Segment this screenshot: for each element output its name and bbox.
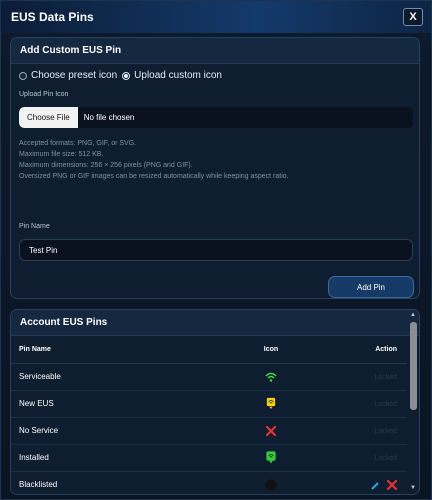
pins-table: Pin Name Icon Action Serviceable Locked … xyxy=(11,336,407,494)
radio-preset-label: Choose preset icon xyxy=(31,70,118,81)
icon-source-radio-group: Choose preset icon Upload custom icon xyxy=(19,70,227,81)
radio-preset[interactable] xyxy=(19,71,27,80)
help-line: Oversized PNG or GIF images can be resiz… xyxy=(19,173,289,180)
table-row: New EUS Locked xyxy=(11,390,407,418)
help-line: Maximum dimensions: 256 × 256 pixels (PN… xyxy=(19,162,193,169)
close-button[interactable]: X xyxy=(403,8,423,26)
scroll-down-arrow-icon[interactable]: ▼ xyxy=(409,485,417,492)
black-circle-icon xyxy=(265,479,277,490)
dialog-titlebar: EUS Data Pins X xyxy=(1,1,431,33)
scroll-up-arrow-icon[interactable]: ▲ xyxy=(409,312,417,319)
row-action-text: Locked xyxy=(374,374,397,381)
account-pins-panel: Account EUS Pins Pin Name Icon Action Se… xyxy=(10,309,420,495)
table-row: Installed Locked xyxy=(11,444,407,472)
radio-preset-option[interactable]: Choose preset icon xyxy=(19,70,117,81)
list-panel-header: Account EUS Pins xyxy=(11,310,419,336)
upload-pin-icon-label: Upload Pin Icon xyxy=(19,91,69,98)
help-line: Accepted formats: PNG, GIF, or SVG. xyxy=(19,140,137,147)
table-row: Blacklisted xyxy=(11,471,407,494)
edit-icon[interactable] xyxy=(371,480,381,490)
table-header-row: Pin Name Icon Action xyxy=(11,336,407,364)
scrollbar-thumb[interactable] xyxy=(409,322,417,410)
radio-upload-label: Upload custom icon xyxy=(134,70,222,81)
pin-name-input[interactable] xyxy=(19,239,413,261)
radio-upload[interactable] xyxy=(122,71,131,80)
table-row: No Service Locked xyxy=(11,417,407,445)
column-header-name: Pin Name xyxy=(11,336,241,364)
pin-name-cell: Serviceable xyxy=(11,363,241,391)
pin-name-cell: Blacklisted xyxy=(11,471,241,494)
add-panel-header: Add Custom EUS Pin xyxy=(11,38,419,64)
wifi-icon xyxy=(265,372,277,382)
row-action-text: Locked xyxy=(374,428,397,435)
red-x-icon xyxy=(266,425,276,436)
file-input[interactable]: Choose File No file chosen xyxy=(19,107,413,128)
pin-name-cell: New EUS xyxy=(11,390,241,418)
radio-upload-option[interactable]: Upload custom icon xyxy=(122,70,222,81)
pin-name-label: Pin Name xyxy=(19,223,50,230)
yellow-pin-icon xyxy=(266,397,276,410)
eus-data-pins-dialog: EUS Data Pins X Add Custom EUS Pin Choos… xyxy=(0,0,432,500)
add-pin-button[interactable]: Add Pin xyxy=(328,276,414,298)
choose-file-button[interactable]: Choose File xyxy=(19,107,78,128)
delete-icon[interactable] xyxy=(387,479,397,490)
column-header-icon: Icon xyxy=(241,336,301,364)
upload-help-text: Accepted formats: PNG, GIF, or SVG. Maxi… xyxy=(19,138,289,182)
row-action-text: Locked xyxy=(374,455,397,462)
table-row: Serviceable Locked xyxy=(11,363,407,391)
pin-name-cell: No Service xyxy=(11,417,241,445)
file-status-text: No file chosen xyxy=(83,113,135,122)
help-line: Maximum file size: 512 KB. xyxy=(19,151,104,158)
add-custom-pin-panel: Add Custom EUS Pin Choose preset icon Up… xyxy=(10,37,420,299)
column-header-action: Action xyxy=(301,336,407,364)
green-pin-icon xyxy=(266,451,276,464)
vertical-scrollbar[interactable]: ▲ ▼ xyxy=(409,312,417,492)
pin-name-cell: Installed xyxy=(11,444,241,472)
row-action-text: Locked xyxy=(374,401,397,408)
dialog-title: EUS Data Pins xyxy=(11,10,94,24)
